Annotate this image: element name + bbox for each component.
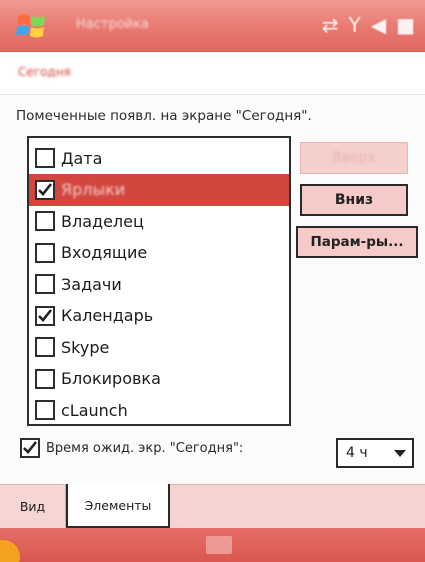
tab-elements[interactable]: Элементы xyxy=(66,484,170,528)
item-checkbox[interactable] xyxy=(35,337,55,357)
timeout-checkbox[interactable] xyxy=(20,438,40,458)
timeout-select[interactable]: 4 ч xyxy=(336,438,414,468)
item-checkbox[interactable] xyxy=(35,368,55,389)
timeout-label: Время ожид. экр. "Сегодня": xyxy=(46,440,244,456)
list-item[interactable]: Skype xyxy=(29,331,289,363)
page-title: Сегодня xyxy=(18,65,71,79)
title-bar: Настройка ⇄ Y ◀ ■ xyxy=(0,0,425,52)
instructions-text: Помеченные появл. на экране "Сегодня". xyxy=(16,108,312,124)
timeout-value: 4 ч xyxy=(346,445,368,461)
today-settings-screen: Настройка ⇄ Y ◀ ■ Сегодня Помеченные поя… xyxy=(0,0,425,562)
status-icons: ⇄ Y ◀ ■ xyxy=(322,10,415,40)
item-label: Календарь xyxy=(61,306,154,325)
signal-icon[interactable]: Y xyxy=(348,10,360,40)
list-item[interactable]: Дата xyxy=(29,142,289,174)
item-checkbox[interactable] xyxy=(35,305,55,326)
check-icon xyxy=(38,308,53,322)
window-title: Настройка xyxy=(76,17,149,32)
move-down-button[interactable]: Вниз xyxy=(300,184,408,216)
item-checkbox[interactable] xyxy=(35,211,55,231)
list-item[interactable]: cLaunch xyxy=(29,394,289,426)
item-checkbox[interactable] xyxy=(35,242,55,263)
options-label: Парам-ры... xyxy=(310,234,404,250)
keyboard-icon[interactable] xyxy=(206,536,232,554)
connectivity-icon[interactable]: ⇄ xyxy=(322,10,339,40)
item-checkbox[interactable] xyxy=(35,179,55,200)
move-up-button[interactable]: Вверх xyxy=(300,142,408,174)
list-item[interactable]: Ярлыки xyxy=(29,173,289,206)
item-label: Skype xyxy=(61,337,110,357)
item-label: Блокировка xyxy=(61,369,161,388)
volume-icon[interactable]: ◀ xyxy=(371,10,386,40)
list-item[interactable]: Задачи xyxy=(29,268,289,300)
item-checkbox[interactable] xyxy=(35,400,55,420)
timeout-row: Время ожид. экр. "Сегодня": xyxy=(20,438,243,458)
windows-flag-icon[interactable] xyxy=(14,10,50,42)
list-item[interactable]: Календарь xyxy=(29,300,289,332)
list-item[interactable]: Владелец xyxy=(29,205,289,237)
tab-view-label: Вид xyxy=(19,498,46,514)
item-label: Ярлыки xyxy=(61,180,126,199)
options-button[interactable]: Парам-ры... xyxy=(296,226,418,258)
item-label: cLaunch xyxy=(61,400,128,420)
item-label: Задачи xyxy=(61,274,122,294)
item-label: Входящие xyxy=(61,243,148,262)
list-item[interactable]: Входящие xyxy=(29,237,289,269)
tab-elements-label: Элементы xyxy=(84,497,152,513)
list-item[interactable]: Блокировка xyxy=(29,363,289,395)
move-down-label: Вниз xyxy=(334,192,374,208)
check-icon xyxy=(23,441,38,454)
close-icon[interactable]: ■ xyxy=(396,10,415,40)
dropdown-arrow-icon xyxy=(394,450,406,457)
item-label: Владелец xyxy=(61,211,144,231)
tab-bar: Вид Элементы xyxy=(0,484,425,529)
tab-view[interactable]: Вид xyxy=(0,485,66,527)
menu-bar xyxy=(0,528,425,562)
move-up-label: Вверх xyxy=(332,150,376,166)
page-header: Сегодня xyxy=(0,52,425,95)
check-icon xyxy=(38,182,53,196)
item-label: Дата xyxy=(61,148,103,168)
items-listbox[interactable]: Дата Ярлыки Владелец Входящие Задачи Календар… xyxy=(27,136,291,426)
item-checkbox[interactable] xyxy=(35,274,55,294)
item-checkbox[interactable] xyxy=(35,148,55,168)
